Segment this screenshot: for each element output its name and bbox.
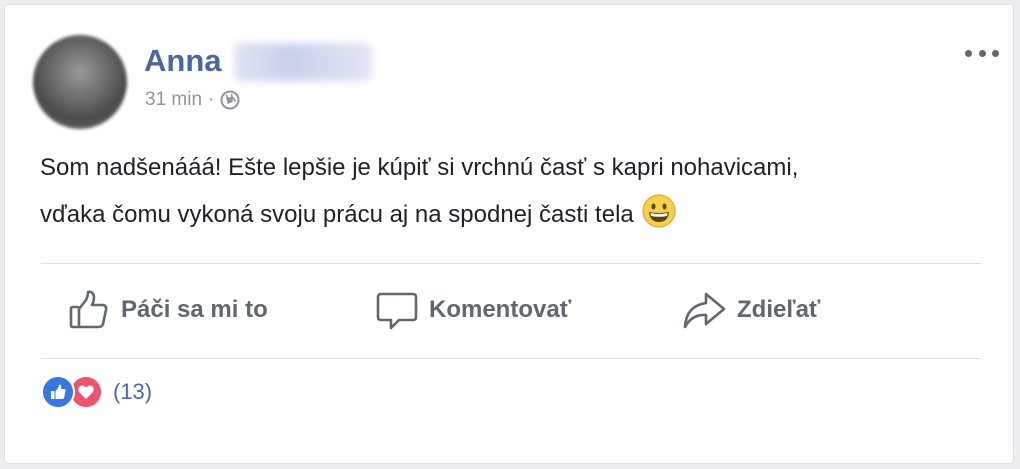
comment-button[interactable]: Komentovať: [375, 285, 571, 335]
more-options-icon[interactable]: [965, 43, 999, 63]
post-text-line-2-text: vďaka čomu vykoná svoju prácu aj na spod…: [40, 201, 634, 228]
like-reaction-icon: [41, 375, 75, 409]
post-timestamp[interactable]: 31 min: [145, 89, 202, 111]
share-arrow-icon: [683, 292, 726, 329]
divider-bottom: [41, 358, 981, 359]
thumbs-up-icon: [69, 290, 108, 329]
author-surname-blurred: [234, 43, 372, 81]
like-button[interactable]: Páči sa mi to: [67, 285, 268, 335]
share-button[interactable]: Zdieľať: [681, 285, 820, 335]
reactions-summary[interactable]: (13): [41, 375, 152, 409]
post-text-line-1: Som nadšenááá! Ešte lepšie je kúpiť si v…: [40, 154, 799, 181]
post-meta: 31 min ·: [145, 89, 240, 111]
post-text-line-2: vďaka čomu vykoná svoju prácu aj na spod…: [40, 191, 980, 238]
grinning-face-icon: [642, 194, 677, 228]
speech-bubble-icon: [376, 292, 418, 330]
globe-icon[interactable]: [220, 90, 240, 110]
avatar[interactable]: [33, 35, 127, 129]
meta-separator: ·: [208, 89, 215, 110]
share-label: Zdieľať: [737, 296, 821, 323]
like-label: Páči sa mi to: [121, 296, 268, 323]
reaction-count[interactable]: (13): [113, 379, 152, 405]
comment-label: Komentovať: [429, 296, 572, 323]
post-card: Anna 31 min · Som nadšenááá! Ešte lepšie…: [4, 4, 1014, 464]
divider-top: [41, 263, 981, 264]
post-text: Som nadšenááá! Ešte lepšie je kúpiť si v…: [40, 144, 980, 238]
author-name[interactable]: Anna: [144, 43, 222, 79]
